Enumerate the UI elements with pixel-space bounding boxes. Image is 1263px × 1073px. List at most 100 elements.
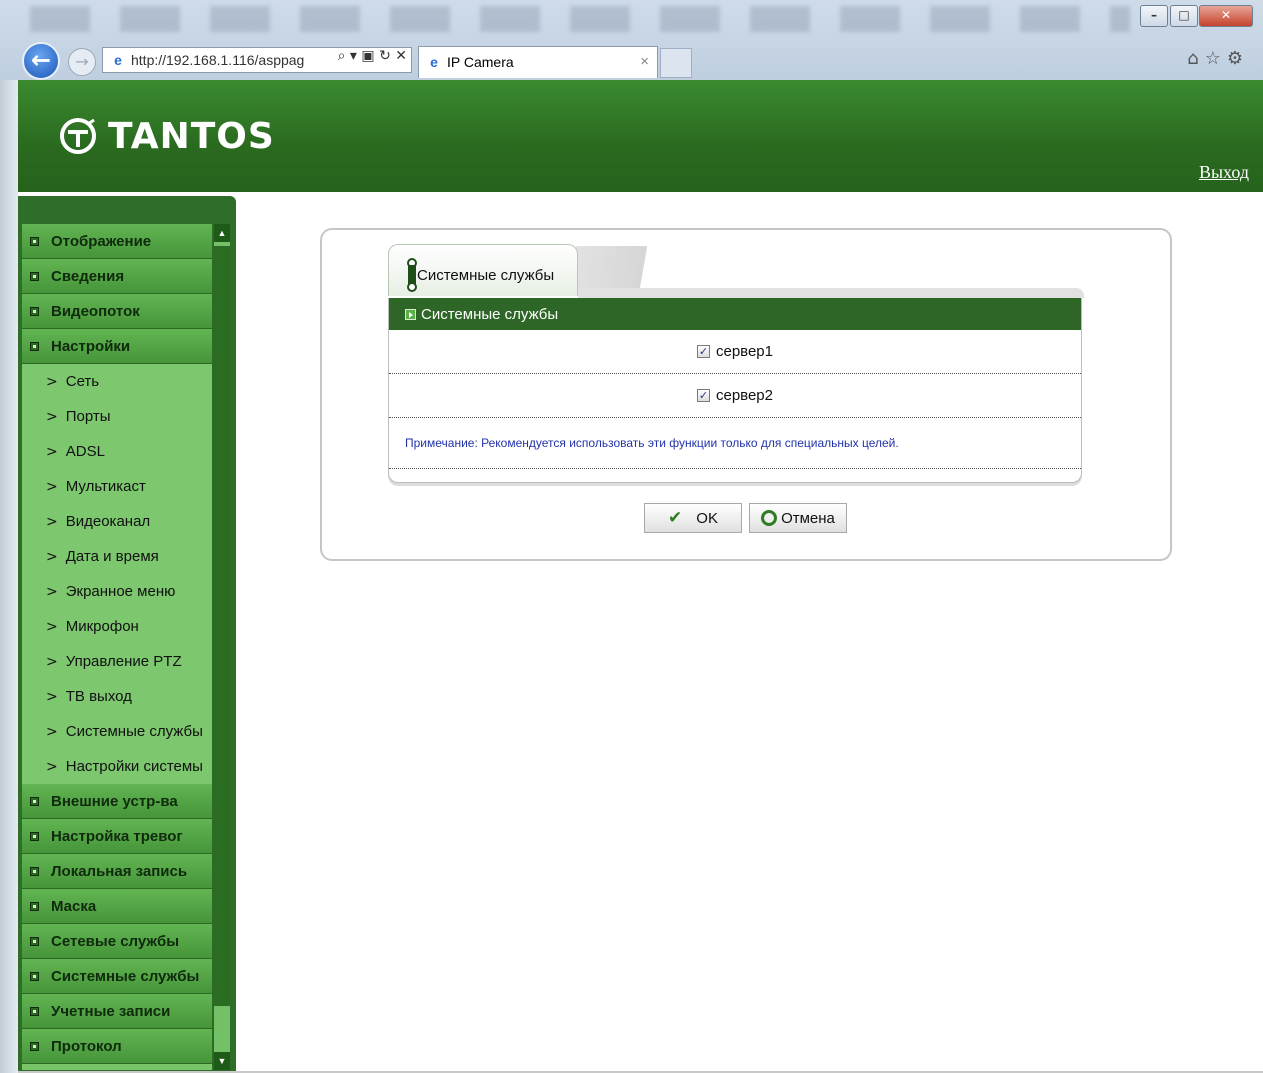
bullet-icon [30, 236, 39, 246]
minimize-button[interactable]: – [1140, 5, 1168, 27]
submenu-item-label: Дата и время [65, 548, 159, 565]
submenu-item-label: Микрофон [65, 618, 139, 635]
bullet-icon [30, 901, 39, 911]
back-button[interactable]: ← [22, 42, 60, 80]
brand-name: TANTOS [108, 115, 275, 157]
chevron-right-icon: > [46, 443, 58, 460]
section-title: Системные службы [421, 305, 559, 323]
tab-bar: Системные службы [388, 244, 1084, 298]
chevron-right-icon: > [46, 408, 58, 425]
sidebar-item-label: Отображение [51, 232, 152, 250]
sidebar-item-external-devices[interactable]: Внешние устр-ва [22, 784, 212, 819]
submenu-item-tv-out[interactable]: > ТВ выход [22, 679, 212, 714]
sidebar-item-accounts[interactable]: Учетные записи [22, 994, 212, 1029]
bullet-icon [30, 796, 39, 806]
bullet-icon [30, 971, 39, 981]
sidebar-item-alarm-settings[interactable]: Настройка тревог [22, 819, 212, 854]
chevron-right-icon: > [46, 548, 58, 565]
server1-checkbox[interactable]: ✓ [696, 345, 710, 358]
address-bar[interactable]: e http://192.168.1.116/asppag ⌕ ▾ ▣ ↻ ✕ [102, 47, 412, 73]
submenu-item-ports[interactable]: > Порты [22, 399, 212, 434]
sidebar-item-label: Сетевые службы [51, 932, 180, 950]
sidebar-item-system-services[interactable]: Системные службы [22, 959, 212, 994]
address-text: http://192.168.1.116/asppag [131, 52, 305, 68]
new-tab-button[interactable] [660, 48, 692, 78]
submenu-item-network[interactable]: > Сеть [22, 364, 212, 399]
option-row: ✓ сервер2 [389, 374, 1081, 418]
forward-button[interactable]: → [68, 48, 96, 76]
browser-tools-icons[interactable]: ⌂☆⚙ [1187, 48, 1249, 69]
tab-bar-background [578, 288, 1084, 298]
ie-icon: e [430, 54, 438, 70]
scroll-down-icon[interactable]: ▼ [214, 1052, 230, 1070]
submenu-item-system-settings[interactable]: > Настройки системы [22, 749, 212, 784]
close-tab-icon[interactable]: × [640, 47, 649, 77]
submenu-item-label: Настройки системы [65, 758, 203, 775]
sidebar-item-info[interactable]: Сведения [22, 259, 212, 294]
scrollbar-thumb[interactable] [214, 246, 230, 1006]
window-left-edge [0, 80, 18, 1073]
chevron-right-icon: > [46, 723, 58, 740]
bullet-icon [30, 866, 39, 876]
tab-toggle-icon [407, 258, 417, 292]
submenu-item-adsl[interactable]: > ADSL [22, 434, 212, 469]
sidebar-menu: Отображение Сведения Видеопоток Настройк… [22, 224, 212, 1070]
note-text: Примечание: Рекомендуется использовать э… [389, 418, 1081, 469]
bullet-icon [30, 831, 39, 841]
submenu-item-osd[interactable]: > Экранное меню [22, 574, 212, 609]
sidebar-item-video-stream[interactable]: Видеопоток [22, 294, 212, 329]
sidebar-item-label: Настройка тревог [51, 827, 183, 845]
sidebar-item-log[interactable]: Протокол [22, 1029, 212, 1064]
tab-title: IP Camera [447, 54, 514, 70]
submenu-item-label: Системные службы [65, 723, 203, 740]
server2-checkbox[interactable]: ✓ [696, 389, 710, 402]
bullet-icon [30, 1041, 39, 1051]
tab-label: Системные службы [417, 267, 555, 284]
bullet-icon [30, 936, 39, 946]
sidebar-scrollbar[interactable]: ▲ ▼ [213, 224, 230, 1070]
sidebar-item-label: Маска [51, 897, 97, 915]
browser-tab[interactable]: e IP Camera × [418, 46, 658, 78]
maximize-button[interactable]: □ [1170, 5, 1198, 27]
sidebar-item-label: Настройки [51, 337, 131, 355]
chevron-right-icon: > [46, 653, 58, 670]
brand-logo: TANTOS [58, 112, 275, 160]
ok-button-label: OK [696, 509, 718, 527]
submenu-item-multicast[interactable]: > Мультикаст [22, 469, 212, 504]
sidebar-item-label: Внешние устр-ва [51, 792, 178, 810]
window-title-bar [30, 6, 1130, 32]
section-bullet-icon [405, 308, 416, 320]
logout-link[interactable]: Выход [1199, 162, 1249, 183]
scroll-up-icon[interactable]: ▲ [214, 224, 230, 242]
sidebar-item-settings[interactable]: Настройки [22, 329, 212, 364]
sidebar-item-display[interactable]: Отображение [22, 224, 212, 259]
address-tools-icons[interactable]: ⌕ ▾ ▣ ↻ ✕ [334, 48, 407, 64]
sidebar-item-mask[interactable]: Маска [22, 889, 212, 924]
bullet-icon [30, 1006, 39, 1016]
submenu-item-label: Порты [65, 408, 111, 425]
sidebar-item-network-services[interactable]: Сетевые службы [22, 924, 212, 959]
sidebar-item-label: Системные службы [51, 967, 200, 985]
submenu-item-date-time[interactable]: > Дата и время [22, 539, 212, 574]
sidebar-item-label: Сведения [51, 267, 125, 285]
submenu-item-label: Управление PTZ [65, 653, 182, 670]
ok-button[interactable]: ✔ OK [644, 503, 742, 533]
browser-chrome: – □ ✕ ← → e http://192.168.1.116/asppag ⌕… [0, 0, 1263, 81]
page: TANTOS Выход Отображение Сведения Видеоп… [18, 80, 1263, 1073]
submenu-item-video-channel[interactable]: > Видеоканал [22, 504, 212, 539]
settings-section: Системные службы ✓ сервер1 ✓ сервер2 При… [388, 298, 1082, 483]
tantos-logo-icon [60, 118, 96, 154]
chevron-right-icon: > [46, 618, 58, 635]
submenu-item-system-services[interactable]: > Системные службы [22, 714, 212, 749]
checkmark-icon: ✔ [668, 508, 683, 528]
cancel-button-label: Отмена [781, 509, 835, 527]
sidebar: Отображение Сведения Видеопоток Настройк… [18, 196, 236, 1073]
tab-system-services[interactable]: Системные службы [388, 244, 578, 296]
cancel-button[interactable]: Отмена [749, 503, 847, 533]
close-window-button[interactable]: ✕ [1199, 5, 1253, 27]
sidebar-item-local-recording[interactable]: Локальная запись [22, 854, 212, 889]
submenu-item-microphone[interactable]: > Микрофон [22, 609, 212, 644]
chevron-right-icon: > [46, 688, 58, 705]
submenu-item-ptz[interactable]: > Управление PTZ [22, 644, 212, 679]
circle-icon [761, 510, 778, 526]
